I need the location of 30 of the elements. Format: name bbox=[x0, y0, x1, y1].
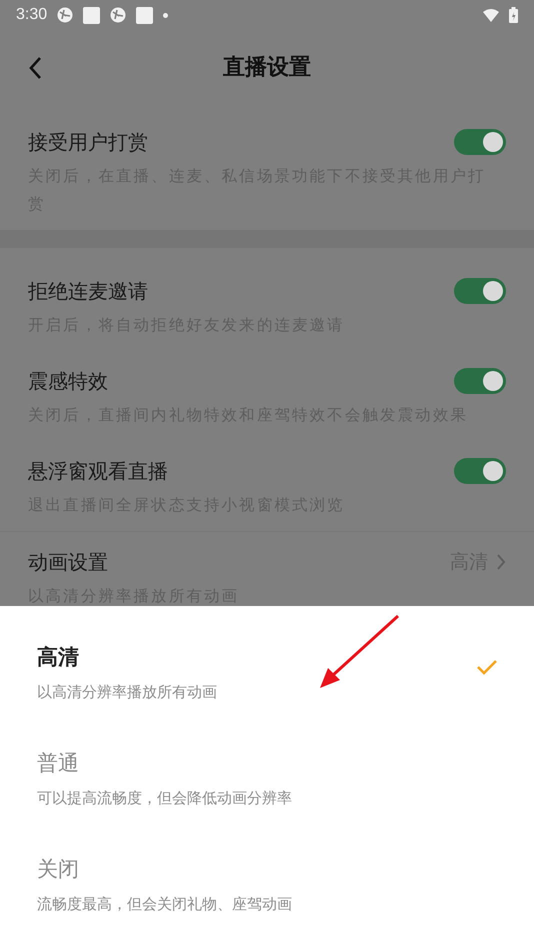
app-notification-icon bbox=[57, 7, 74, 23]
setting-title: 悬浮窗观看直播 bbox=[28, 458, 169, 485]
check-icon bbox=[476, 659, 498, 675]
setting-title: 接受用户打赏 bbox=[28, 129, 149, 156]
more-dot-icon bbox=[163, 12, 168, 18]
wifi-icon bbox=[483, 8, 499, 22]
chevron-icon bbox=[496, 553, 506, 571]
option-label: 高清 bbox=[37, 644, 80, 671]
app-notification-icon bbox=[110, 7, 126, 23]
setting-title: 拒绝连麦邀请 bbox=[28, 278, 149, 305]
battery-icon bbox=[509, 7, 518, 23]
option-description: 可以提高流畅度，但会降低动画分辨率 bbox=[37, 788, 293, 809]
option-description: 以高清分辨率播放所有动画 bbox=[37, 682, 218, 703]
back-icon bbox=[28, 56, 42, 80]
sheet-option[interactable]: 高清 以高清分辨率播放所有动画 bbox=[0, 626, 534, 732]
toggle-switch[interactable] bbox=[454, 368, 506, 394]
option-label: 普通 bbox=[37, 750, 80, 777]
status-time: 3:30 bbox=[16, 6, 48, 24]
page-title: 直播设置 bbox=[223, 54, 311, 82]
sheet-option[interactable]: 普通 可以提高流畅度，但会降低动画分辨率 bbox=[0, 732, 534, 838]
setting-title: 动画设置 bbox=[28, 549, 109, 576]
square-notification-icon bbox=[136, 6, 154, 24]
option-label: 关闭 bbox=[37, 856, 80, 883]
toggle-switch[interactable] bbox=[454, 129, 506, 155]
setting-title: 震感特效 bbox=[28, 368, 109, 395]
square-notification-icon bbox=[83, 6, 100, 24]
toggle-switch[interactable] bbox=[454, 458, 506, 484]
option-description: 流畅度最高，但会关闭礼物、座驾动画 bbox=[37, 894, 293, 915]
toggle-switch[interactable] bbox=[454, 278, 506, 304]
sheet-option[interactable]: 关闭 流畅度最高，但会关闭礼物、座驾动画 bbox=[0, 838, 534, 944]
